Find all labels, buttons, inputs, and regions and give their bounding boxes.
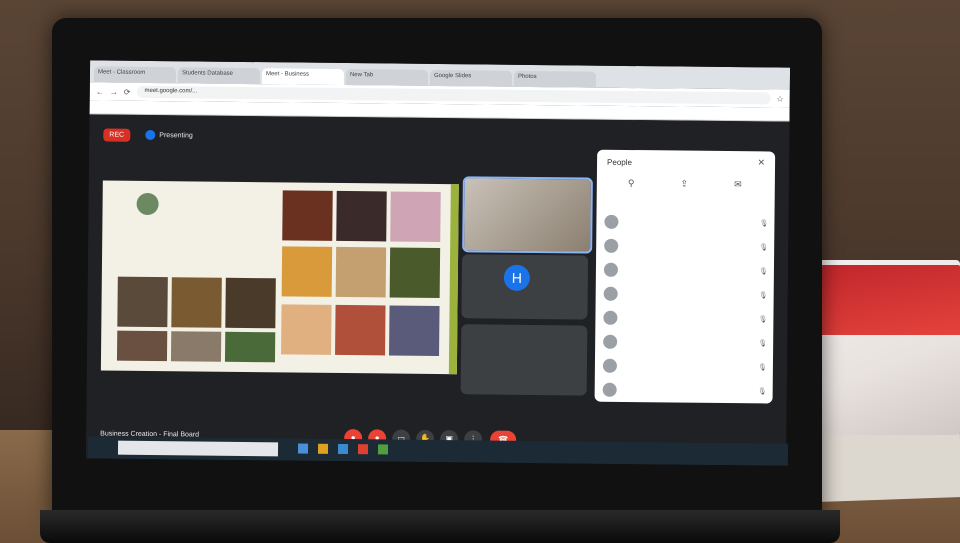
list-item[interactable]: 🎙 xyxy=(604,210,768,236)
add-people-icon[interactable]: ⚲ xyxy=(628,178,635,189)
participant-avatar: H xyxy=(503,264,530,291)
list-item[interactable]: 🎙 xyxy=(603,330,767,356)
participant-name xyxy=(624,246,753,247)
mic-icon[interactable]: 🎙 xyxy=(759,243,768,251)
back-icon[interactable]: ← xyxy=(96,87,104,96)
mic-icon[interactable]: 🎙 xyxy=(758,315,767,323)
food-photo xyxy=(335,246,387,298)
browser-tab[interactable]: New Tab xyxy=(345,69,429,86)
food-photo xyxy=(336,190,387,242)
food-photo xyxy=(281,304,332,355)
mic-icon[interactable]: 🎙 xyxy=(759,291,768,299)
avatar xyxy=(604,214,619,229)
shared-slide xyxy=(100,180,459,375)
mic-icon[interactable]: 🎙 xyxy=(758,363,767,371)
close-icon[interactable]: ✕ xyxy=(757,157,765,168)
participant-name xyxy=(624,294,753,295)
mic-icon[interactable]: 🎙 xyxy=(758,339,767,347)
avatar xyxy=(603,334,618,349)
food-photo xyxy=(225,277,276,329)
mic-icon[interactable]: 🎙 xyxy=(759,267,768,275)
participant-name xyxy=(624,270,753,271)
profile-avatar-icon xyxy=(136,192,159,216)
avatar xyxy=(603,262,619,277)
participant-name xyxy=(623,342,752,343)
avatar xyxy=(602,358,618,373)
participant-list: 🎙 🎙 🎙 🎙 🎙 🎙 🎙 🎙 xyxy=(602,210,769,404)
app-icon[interactable] xyxy=(377,444,389,455)
food-photo xyxy=(116,330,168,362)
food-photo xyxy=(171,277,222,328)
shopping-bag-red-band xyxy=(810,265,960,335)
panel-actions: ⚲ ⇪ ✉ xyxy=(605,178,765,191)
food-photo xyxy=(390,191,441,243)
laptop-base xyxy=(40,510,840,543)
panel-title: People xyxy=(607,157,633,168)
list-item[interactable]: 🎙 xyxy=(602,378,767,404)
food-photo xyxy=(389,247,441,299)
presenting-icon xyxy=(145,129,156,141)
list-item[interactable]: 🎙 xyxy=(604,234,768,260)
list-item[interactable]: 🎙 xyxy=(603,306,767,332)
list-item[interactable]: 🎙 xyxy=(603,282,768,308)
browser-tab[interactable]: Google Slides xyxy=(429,69,513,87)
avatar xyxy=(603,310,618,325)
participant-name xyxy=(624,222,753,223)
taskbar-search[interactable] xyxy=(117,440,279,457)
food-photo xyxy=(282,190,333,241)
participant-name xyxy=(623,318,752,319)
mic-icon[interactable]: 🎙 xyxy=(760,219,769,227)
food-photo xyxy=(117,276,168,328)
taskview-icon[interactable] xyxy=(297,443,309,454)
recording-badge: REC xyxy=(103,128,131,142)
participant-video-tile[interactable] xyxy=(462,176,593,254)
list-item[interactable]: 🎙 xyxy=(602,354,767,380)
browser-tab[interactable]: Photos xyxy=(513,70,597,88)
participant-name xyxy=(623,366,752,367)
laptop-screen: Meet - Classroom Students Database Meet … xyxy=(85,60,791,466)
star-icon[interactable]: ☆ xyxy=(777,94,784,103)
list-item[interactable]: 🎙 xyxy=(603,258,768,284)
participant-tile-h[interactable]: H xyxy=(461,254,589,320)
folder-icon[interactable] xyxy=(317,443,329,454)
participant-tile[interactable] xyxy=(460,324,588,396)
mic-icon[interactable]: 🎙 xyxy=(758,387,767,395)
browser-tab[interactable]: Meet - Classroom xyxy=(93,66,177,84)
food-photo xyxy=(335,304,386,356)
avatar xyxy=(602,382,617,397)
share-icon[interactable]: ⇪ xyxy=(681,179,689,190)
mail-icon[interactable] xyxy=(337,443,349,455)
food-photo xyxy=(389,305,440,357)
forward-icon[interactable]: → xyxy=(110,87,118,96)
browser-tab-active[interactable]: Meet - Business xyxy=(261,68,345,86)
avatar xyxy=(604,238,619,253)
message-icon[interactable]: ✉ xyxy=(734,179,742,190)
browser-tab[interactable]: Students Database xyxy=(177,67,261,85)
participant-name xyxy=(623,390,752,391)
food-photo xyxy=(281,246,333,297)
food-photo xyxy=(170,331,222,362)
avatar xyxy=(603,286,618,301)
chrome-icon[interactable] xyxy=(357,444,369,455)
food-photo xyxy=(224,331,276,363)
reload-icon[interactable]: ⟳ xyxy=(124,87,131,96)
people-panel: People ✕ ⚲ ⇪ ✉ 🎙 🎙 🎙 🎙 🎙 🎙 🎙 🎙 xyxy=(594,149,776,404)
presenting-text: Presenting xyxy=(159,132,193,140)
meet-window: REC Presenting H People ✕ ⚲ ⇪ ✉ 🎙 🎙 🎙 🎙 … xyxy=(85,114,790,466)
